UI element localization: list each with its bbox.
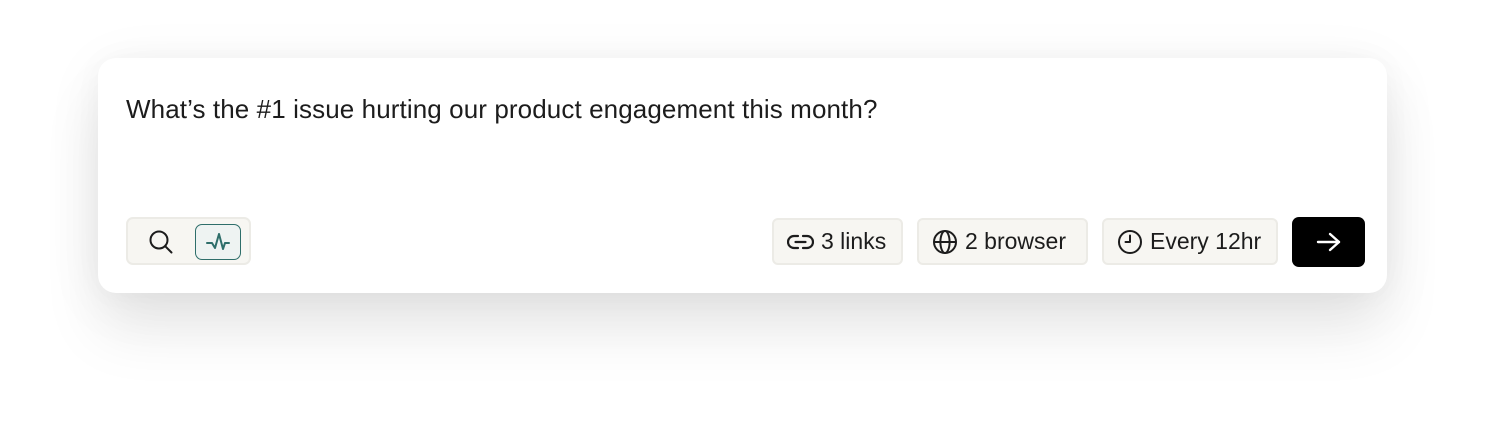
arrow-right-icon bbox=[1316, 232, 1340, 252]
links-chip-label: 3 links bbox=[821, 228, 887, 254]
pulse-icon bbox=[206, 233, 230, 250]
schedule-chip[interactable]: Every 12hr bbox=[1102, 218, 1278, 265]
link-icon bbox=[787, 232, 814, 252]
globe-icon bbox=[932, 229, 958, 255]
prompt-text[interactable]: What’s the #1 issue hurting our product … bbox=[126, 94, 878, 125]
prompt-card: What’s the #1 issue hurting our product … bbox=[98, 58, 1387, 293]
browser-chip-label: 2 browser bbox=[965, 228, 1066, 254]
monitor-mode-button[interactable] bbox=[195, 224, 241, 260]
links-chip[interactable]: 3 links bbox=[772, 218, 903, 265]
submit-button[interactable] bbox=[1292, 217, 1365, 267]
mode-toggle bbox=[126, 217, 251, 265]
browser-chip[interactable]: 2 browser bbox=[917, 218, 1088, 265]
schedule-chip-label: Every 12hr bbox=[1150, 228, 1262, 254]
clock-icon bbox=[1117, 229, 1143, 255]
search-icon bbox=[149, 230, 173, 254]
search-mode-button[interactable] bbox=[138, 224, 184, 260]
